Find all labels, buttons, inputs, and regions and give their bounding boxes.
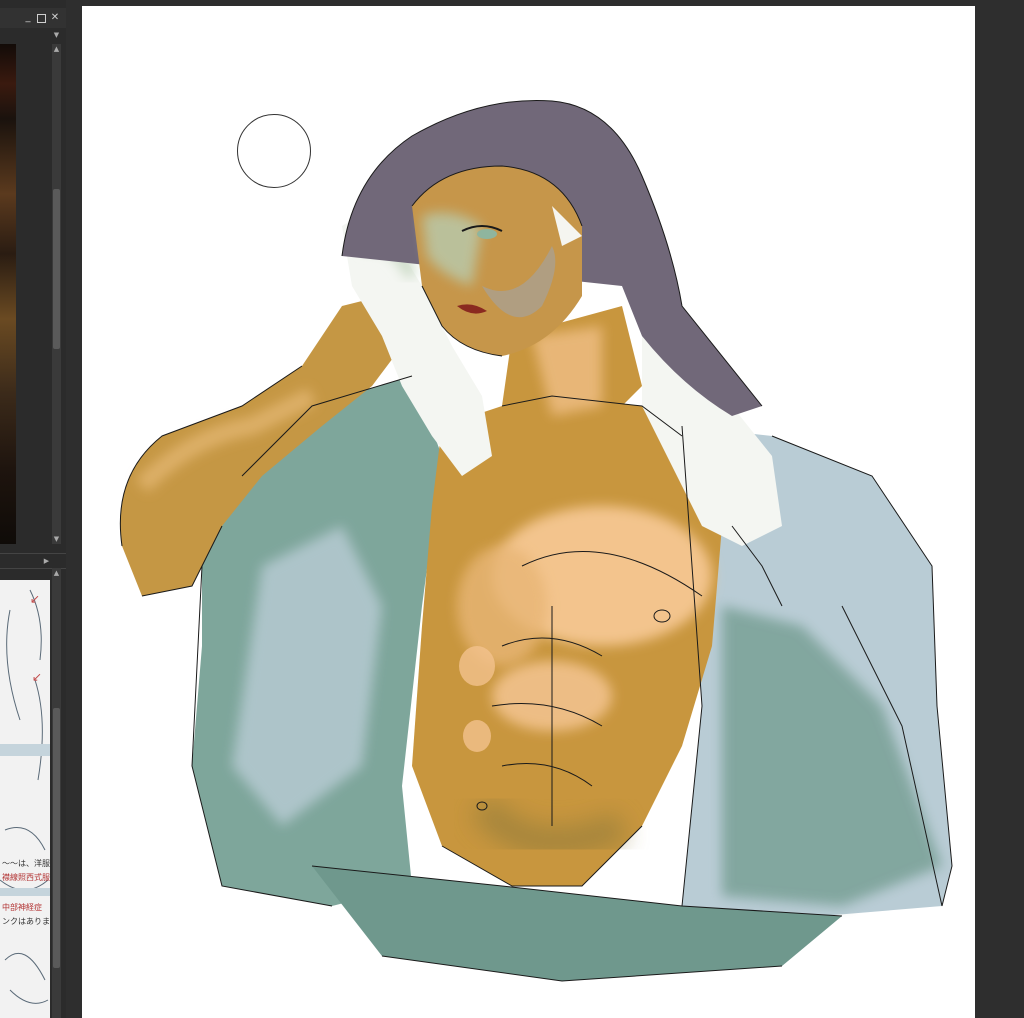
- canvas-area[interactable]: [66, 0, 1024, 1018]
- abs-highlight-small: [463, 720, 491, 752]
- vertical-scrollbar-bottom[interactable]: ▲: [52, 568, 61, 1018]
- eye: [477, 229, 497, 239]
- reference-text-line: 中部神経症: [2, 903, 42, 912]
- brush-cursor: [237, 114, 311, 188]
- reference-text-line: 〜〜は、洋服とは: [2, 859, 50, 868]
- reference-label-band: [0, 744, 50, 756]
- chevron-down-icon[interactable]: ▼: [52, 30, 61, 40]
- reference-text-line: ンクはありま: [2, 917, 50, 926]
- reference-label-band: [0, 888, 50, 896]
- illustration: [119, 99, 953, 982]
- reference-image-top[interactable]: [0, 44, 16, 544]
- arrow-icon: ↙: [30, 592, 41, 606]
- scroll-up-icon[interactable]: ▲: [52, 44, 61, 54]
- close-icon[interactable]: ✕: [50, 13, 60, 23]
- scrollbar-thumb[interactable]: [53, 708, 60, 968]
- vertical-scrollbar-top[interactable]: ▲ ▼: [52, 44, 61, 544]
- reference-text-line: 襟線照西式服: [2, 873, 50, 882]
- reference-image-bottom[interactable]: ↙ ↙ 〜〜は、洋服とは 襟線照西式服 中部神経症 ンクはありま: [0, 580, 50, 1018]
- panel-titlebar: _ ✕: [0, 8, 66, 28]
- scroll-down-icon[interactable]: ▼: [52, 534, 61, 544]
- chevron-right-icon[interactable]: ▶: [42, 556, 51, 566]
- reference-sketch: [0, 589, 49, 1004]
- minimize-icon[interactable]: _: [23, 13, 33, 23]
- panel-divider[interactable]: ▶: [0, 553, 66, 569]
- scroll-up-icon[interactable]: ▲: [52, 568, 61, 578]
- reference-panel: _ ✕ ▼ ▲ ▼ ▶ ↙ ↙ 〜〜は、洋服とは 襟線照西式服 中部神経症 ンク…: [0, 0, 66, 1018]
- maximize-icon[interactable]: [37, 13, 46, 23]
- scrollbar-thumb[interactable]: [53, 189, 60, 349]
- abs-highlight-small: [459, 646, 495, 686]
- drawing-canvas[interactable]: [82, 6, 975, 1018]
- arrow-icon: ↙: [32, 670, 43, 684]
